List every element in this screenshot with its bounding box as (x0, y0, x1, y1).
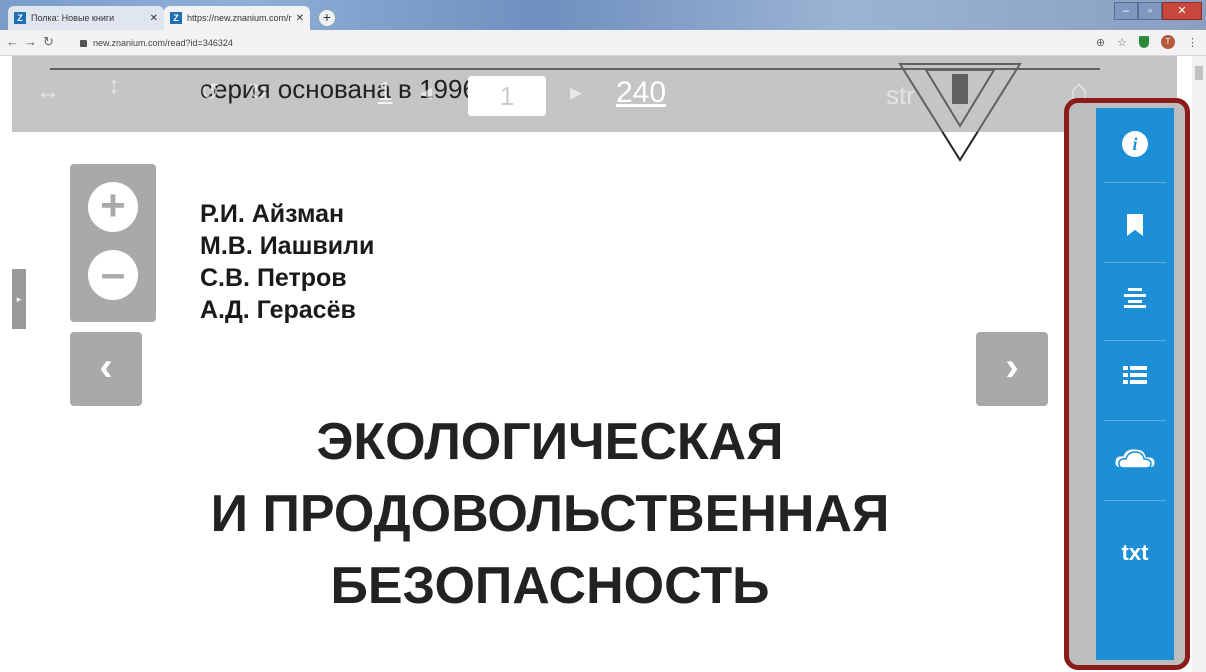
menu-dots-icon[interactable]: ⋮ (1187, 36, 1198, 49)
fit-width-icon[interactable]: ↔ (36, 78, 60, 106)
author-name: А.Д. Герасёв (200, 296, 356, 324)
title-line: БЕЗОПАСНОСТЬ (330, 557, 770, 615)
author-name: Р.И. Айзман (200, 200, 345, 228)
tab-title: Полка: Новые книги (31, 13, 115, 23)
cloud-icon (1114, 448, 1156, 469)
title-line: ЭКОЛОГИЧЕСКАЯ (316, 413, 784, 471)
info-button[interactable]: i (1096, 130, 1174, 157)
extension-shield-icon[interactable] (1139, 36, 1149, 48)
zoom-panel: + – (70, 164, 156, 322)
left-panel-toggle-icon[interactable]: ▸ (12, 269, 26, 329)
list-button[interactable] (1096, 364, 1174, 392)
close-tab-icon[interactable]: ✕ (150, 13, 158, 24)
browser-tab-reader[interactable]: Z https://new.znanium.com/read?i ✕ (164, 6, 310, 30)
last-page-link[interactable]: 240 (616, 76, 666, 110)
minimize-button[interactable]: – (1114, 2, 1138, 20)
forward-arrow-icon[interactable]: → (24, 34, 37, 49)
scrollbar-thumb[interactable] (1195, 66, 1203, 80)
url-field[interactable]: new.znanium.com/read?id=346324 (80, 34, 233, 52)
sidebar-divider (1104, 420, 1166, 421)
bookmark-button[interactable] (1096, 214, 1174, 242)
znanium-favicon-icon: Z (14, 12, 26, 24)
close-window-button[interactable]: ✕ (1162, 2, 1202, 20)
zoom-in-icon[interactable]: + (88, 182, 138, 232)
first-page-link[interactable]: 1 (378, 76, 392, 107)
list-icon (1123, 366, 1147, 384)
cloud-button[interactable] (1096, 446, 1174, 478)
zoom-out-icon[interactable]: – (88, 250, 138, 300)
zoom-icon[interactable]: ⊕ (1096, 36, 1105, 49)
author-name: С.В. Петров (200, 264, 347, 292)
page-scrollbar[interactable] (1192, 56, 1206, 672)
next-page-arrow-icon[interactable]: ▸ (570, 78, 582, 107)
prev-page-arrow-icon[interactable]: ◂ (420, 78, 432, 107)
close-tab-icon[interactable]: ✕ (296, 13, 304, 24)
authors-list: Р.И. Айзман М.В. Иашвили С.В. Петров А.Д… (200, 198, 374, 326)
next-page-button[interactable]: › (976, 332, 1048, 406)
window-controls: – ▫ ✕ (1114, 2, 1202, 20)
url-text: new.znanium.com/read?id=346324 (93, 38, 233, 48)
maximize-button[interactable]: ▫ (1138, 2, 1162, 20)
address-bar: ← → ↻ new.znanium.com/read?id=346324 ⊕ ☆… (0, 30, 1206, 56)
browser-tab-shelf[interactable]: Z Полка: Новые книги ✕ (8, 6, 164, 30)
reader-toolbar (12, 56, 1177, 132)
txt-button[interactable]: txt (1096, 540, 1174, 566)
brand-text: str (886, 80, 915, 110)
page-number-input[interactable]: 1 (468, 76, 546, 116)
sidebar-divider (1104, 182, 1166, 183)
bookmark-icon (1127, 214, 1143, 236)
align-center-icon (1124, 288, 1146, 308)
sidebar-divider (1104, 340, 1166, 341)
series-text: серия основана в 1996 г. (200, 74, 498, 104)
back-arrow-icon[interactable]: ← (6, 34, 19, 49)
profile-avatar[interactable]: T (1161, 35, 1175, 49)
title-line: И ПРОДОВОЛЬСТВЕННАЯ (210, 485, 890, 543)
fit-height-icon[interactable]: ↕ (108, 72, 120, 100)
prev-page-button[interactable]: ‹ (70, 332, 142, 406)
new-tab-button[interactable]: + (318, 9, 336, 27)
info-icon: i (1122, 131, 1148, 157)
star-icon[interactable]: ☆ (1117, 36, 1127, 49)
rotate-right-icon[interactable]: ↻ (248, 78, 268, 107)
author-name: М.В. Иашвили (200, 232, 375, 260)
contents-button[interactable] (1096, 286, 1174, 314)
sidebar-divider (1104, 500, 1166, 501)
reload-icon[interactable]: ↻ (43, 34, 54, 50)
left-gutter (0, 144, 12, 672)
sidebar-divider (1104, 262, 1166, 263)
book-title: ЭКОЛОГИЧЕСКАЯ И ПРОДОВОЛЬСТВЕННАЯ БЕЗОПА… (110, 406, 990, 622)
tab-title: https://new.znanium.com/read?i (187, 13, 292, 23)
lock-icon (80, 39, 87, 47)
reader-viewport: серия основана в 1996 г. ↔ ↕ ↺ ↻ 1 ◂ 1 ▸… (0, 56, 1192, 672)
znanium-favicon-icon: Z (170, 12, 182, 24)
browser-actions: ⊕ ☆ T ⋮ (1096, 35, 1198, 49)
rotate-left-icon[interactable]: ↺ (200, 78, 220, 107)
